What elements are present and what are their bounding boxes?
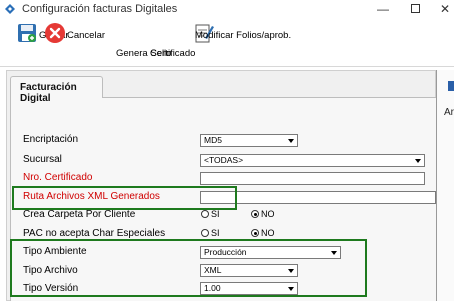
grabar-button[interactable]: Grabar xyxy=(16,22,69,64)
side-panel-badge xyxy=(448,81,454,91)
tab-facturacion-digital[interactable]: Facturación Digital xyxy=(10,76,103,104)
chevron-down-icon xyxy=(288,139,294,143)
chevron-down-icon xyxy=(415,159,421,163)
side-panel-label: Arc xyxy=(444,107,454,118)
modificar-folios-button[interactable]: Modificar Folios/aprob. xyxy=(172,22,291,64)
close-window-button[interactable]: ✕ xyxy=(430,0,454,18)
cancelar-button[interactable]: Cancelar xyxy=(44,22,105,64)
save-icon xyxy=(18,24,36,42)
side-panel xyxy=(436,70,454,301)
nro-certificado-label: Nro. Certificado xyxy=(23,172,93,183)
maximize-button[interactable] xyxy=(400,0,430,18)
crea-carpeta-si-label: SI xyxy=(211,209,220,219)
crea-carpeta-no-label: NO xyxy=(261,209,275,219)
encriptacion-label: Encriptación xyxy=(23,134,79,145)
toolbar-divider xyxy=(0,66,454,67)
window-title: Configuración facturas Digitales xyxy=(22,3,178,15)
sucursal-select[interactable]: <TODAS> xyxy=(200,154,425,167)
sucursal-label: Sucursal xyxy=(23,154,62,165)
highlight-box-tipos xyxy=(10,239,367,297)
highlight-box-ruta xyxy=(12,186,237,210)
crea-carpeta-label: Crea Carpeta Por Cliente xyxy=(23,209,136,220)
cancelar-label: Cancelar xyxy=(67,30,106,41)
encriptacion-value: MD5 xyxy=(204,135,222,145)
cancel-icon xyxy=(45,23,65,43)
nro-certificado-input[interactable] xyxy=(200,172,425,185)
title-bar: Configuración facturas Digitales — ✕ xyxy=(0,0,454,18)
pac-char-si-option[interactable]: SI xyxy=(201,228,220,238)
encriptacion-select[interactable]: MD5 xyxy=(200,134,298,147)
toolbar: Grabar Cancelar Genera Sello Certificado… xyxy=(0,18,454,66)
radio-icon xyxy=(201,229,209,237)
pac-char-no-label: NO xyxy=(261,228,275,238)
crea-carpeta-si-option[interactable]: SI xyxy=(201,209,220,219)
radio-checked-icon xyxy=(251,229,259,237)
radio-icon xyxy=(201,210,209,218)
pac-char-label: PAC no acepta Char Especiales xyxy=(23,228,166,239)
modificar-folios-label: Modificar Folios/aprob. xyxy=(195,30,292,41)
app-logo-icon xyxy=(5,4,15,14)
sucursal-value: <TODAS> xyxy=(204,155,244,165)
radio-checked-icon xyxy=(251,210,259,218)
maximize-icon xyxy=(410,4,420,13)
crea-carpeta-no-option[interactable]: NO xyxy=(251,209,275,219)
pac-char-si-label: SI xyxy=(211,228,220,238)
minimize-button[interactable]: — xyxy=(368,0,398,18)
pac-char-no-option[interactable]: NO xyxy=(251,228,275,238)
